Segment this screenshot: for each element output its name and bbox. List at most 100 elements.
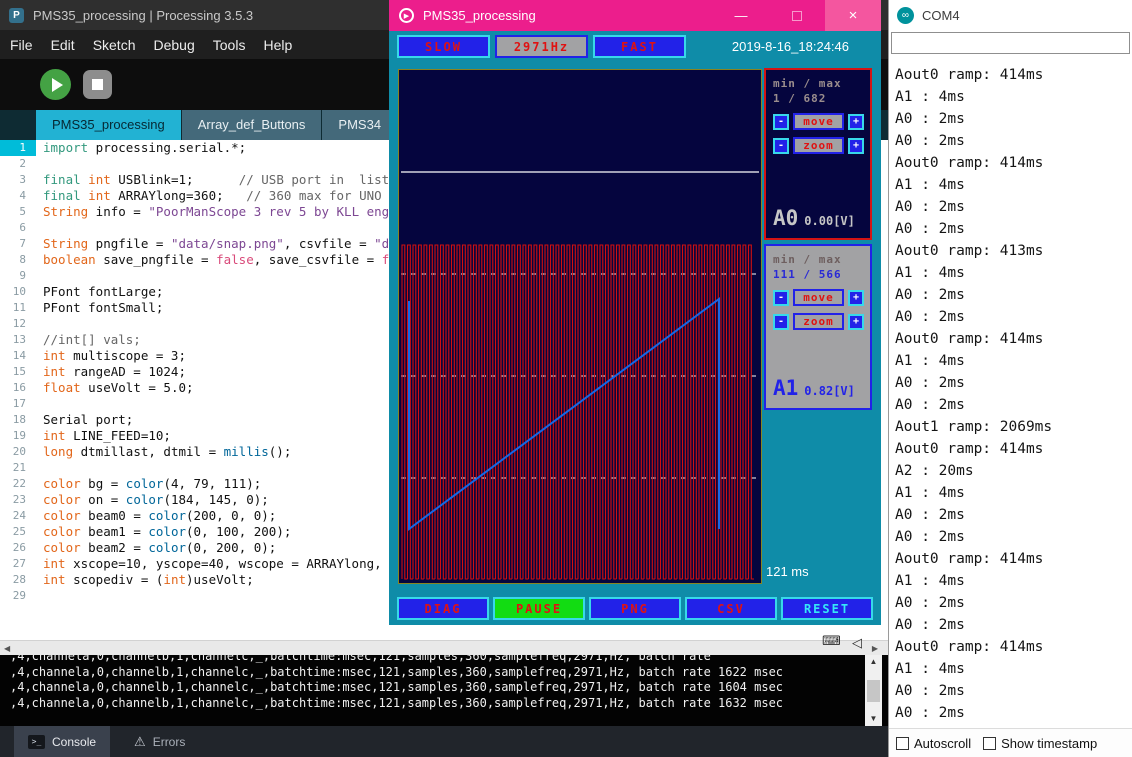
csv-button[interactable]: CSV [685, 597, 777, 620]
menu-file[interactable]: File [1, 37, 42, 53]
show-timestamp-checkbox[interactable] [983, 737, 996, 750]
a1-voltage-value: 0.82[V] [804, 384, 855, 398]
menu-edit[interactable]: Edit [42, 37, 84, 53]
collapse-left-icon[interactable]: ◁ [852, 635, 862, 650]
console-scrollbar[interactable]: ▲ ▼ [865, 655, 882, 726]
run-button[interactable] [40, 69, 71, 100]
pause-button[interactable]: PAUSE [493, 597, 585, 620]
serial-line: A0 : 2ms [895, 394, 1132, 416]
menu-tools[interactable]: Tools [204, 37, 255, 53]
a1-zoom-minus-button[interactable]: - [773, 314, 789, 330]
serial-line: A1 : 4ms [895, 262, 1132, 284]
a0-move-minus-button[interactable]: - [773, 114, 789, 130]
scope-window-title: PMS35_processing [423, 8, 713, 23]
serial-line: A0 : 2ms [895, 526, 1132, 548]
line-number: 12 [0, 316, 36, 332]
line-number: 13 [0, 332, 36, 348]
console-line: ,4,channela,0,channelb,1,channelc,_,batc… [10, 696, 858, 712]
minimize-button[interactable]: — [713, 0, 769, 31]
a1-channel-name: A1 [773, 376, 798, 400]
serial-line: Aout0 ramp: 414ms [895, 438, 1132, 460]
a1-move-button[interactable]: move [793, 289, 844, 306]
serial-port-title: COM4 [922, 8, 960, 23]
serial-line: Aout0 ramp: 414ms [895, 64, 1132, 86]
serial-line: A1 : 4ms [895, 658, 1132, 680]
console-tab-label: Console [52, 735, 96, 749]
serial-line: A0 : 2ms [895, 306, 1132, 328]
scroll-left-arrow-icon[interactable]: ◀ [4, 642, 10, 655]
line-number: 9 [0, 268, 36, 284]
line-number: 5 [0, 204, 36, 220]
line-number: 20 [0, 444, 36, 460]
serial-line: A2 : 20ms [895, 460, 1132, 482]
scroll-up-arrow-icon[interactable]: ▲ [870, 657, 878, 667]
line-number: 26 [0, 540, 36, 556]
a1-zoom-button[interactable]: zoom [793, 313, 844, 330]
tab-pms35_processing[interactable]: PMS35_processing [36, 110, 182, 140]
serial-line: A0 : 2ms [895, 130, 1132, 152]
ide-console-output[interactable]: ,4,channela,0,channelb,1,channelc,_,batc… [0, 655, 888, 726]
scroll-right-arrow-icon[interactable]: ▶ [872, 642, 878, 655]
autoscroll-checkbox[interactable] [896, 737, 909, 750]
batch-time-label: 121 ms [766, 564, 809, 579]
a0-channel-name: A0 [773, 206, 798, 230]
fast-button[interactable]: FAST [593, 35, 686, 58]
editor-horizontal-scrollbar[interactable]: ◀ ▶ [0, 640, 888, 655]
tab-pms34[interactable]: PMS34 [322, 110, 398, 140]
scrollbar-thumb[interactable] [867, 680, 880, 702]
serial-line: A1 : 4ms [895, 350, 1132, 372]
line-number: 29 [0, 588, 36, 604]
serial-line: A0 : 2ms [895, 196, 1132, 218]
serial-output[interactable]: Aout0 ramp: 414msA1 : 4msA0 : 2msA0 : 2m… [889, 60, 1132, 728]
diag-button[interactable]: DIAG [397, 597, 489, 620]
scroll-down-arrow-icon[interactable]: ▼ [870, 714, 878, 724]
menu-debug[interactable]: Debug [145, 37, 204, 53]
serial-send-input[interactable] [891, 32, 1130, 54]
line-number: 21 [0, 460, 36, 476]
scope-plot-area [398, 69, 762, 584]
sketch-play-icon: ▶ [399, 8, 414, 23]
autoscroll-group: Autoscroll [896, 736, 971, 751]
stop-button[interactable] [83, 70, 112, 99]
tab-errors[interactable]: ⚠ Errors [120, 726, 199, 757]
channel-a1-panel: min / max 111 / 566 - move + - zoom + A1… [764, 244, 872, 410]
a0-zoom-button[interactable]: zoom [793, 137, 844, 154]
line-number: 7 [0, 236, 36, 252]
reset-button[interactable]: RESET [781, 597, 873, 620]
slow-button[interactable]: SLOW [397, 35, 490, 58]
sample-freq-display[interactable]: 2971Hz [495, 35, 588, 58]
a0-move-row: - move + [773, 113, 864, 130]
scope-titlebar[interactable]: ▶ PMS35_processing — × [389, 0, 881, 31]
png-button[interactable]: PNG [589, 597, 681, 620]
close-button[interactable]: × [825, 0, 881, 31]
console-line-clipped: ,4,channela,0,channelb,1,channelc,_,batc… [10, 655, 858, 665]
tab-console[interactable]: >_ Console [14, 726, 110, 757]
touch-keyboard-icon[interactable]: ⌨ [822, 633, 841, 648]
maximize-button[interactable] [769, 0, 825, 31]
a0-move-button[interactable]: move [793, 113, 844, 130]
menu-help[interactable]: Help [254, 37, 301, 53]
serial-footer: Autoscroll Show timestamp [889, 728, 1132, 757]
tab-array_def_buttons[interactable]: Array_def_Buttons [182, 110, 323, 140]
console-line: ,4,channela,0,channelb,1,channelc,_,batc… [10, 680, 858, 696]
line-number: 10 [0, 284, 36, 300]
a0-zoom-row: - zoom + [773, 137, 864, 154]
serial-line: A1 : 4ms [895, 482, 1132, 504]
line-number: 1 [0, 140, 36, 156]
a1-move-minus-button[interactable]: - [773, 290, 789, 306]
a0-voltage-value: 0.00[V] [804, 214, 855, 228]
channel-a0-panel: min / max 1 / 682 - move + - zoom + A0 0… [764, 68, 872, 240]
a1-move-plus-button[interactable]: + [848, 290, 864, 306]
serial-titlebar[interactable]: ∞ COM4 [889, 0, 1132, 30]
serial-line: Aout0 ramp: 414ms [895, 636, 1132, 658]
a0-move-plus-button[interactable]: + [848, 114, 864, 130]
a0-zoom-plus-button[interactable]: + [848, 138, 864, 154]
a1-zoom-plus-button[interactable]: + [848, 314, 864, 330]
serial-line: A1 : 4ms [895, 86, 1132, 108]
a0-minmax-value: 1 / 682 [773, 91, 864, 106]
menu-sketch[interactable]: Sketch [84, 37, 145, 53]
serial-line: A1 : 4ms [895, 570, 1132, 592]
a0-zoom-minus-button[interactable]: - [773, 138, 789, 154]
line-number: 22 [0, 476, 36, 492]
serial-line: Aout0 ramp: 414ms [895, 548, 1132, 570]
